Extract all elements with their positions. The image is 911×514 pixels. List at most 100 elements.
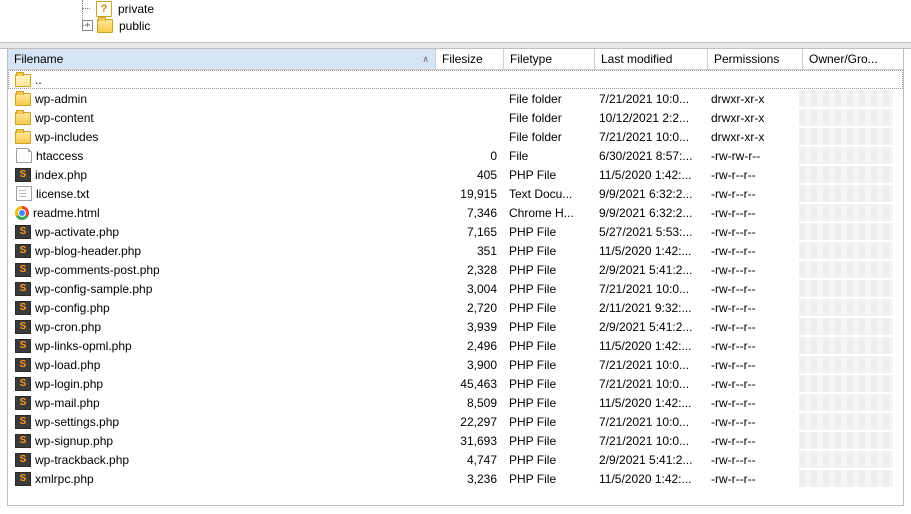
file-type: PHP File xyxy=(503,223,593,240)
file-owner xyxy=(799,356,893,373)
column-filesize[interactable]: Filesize xyxy=(436,49,504,69)
file-type: File folder xyxy=(503,90,593,107)
file-size: 4,747 xyxy=(436,451,503,468)
file-row[interactable]: wp-load.php3,900PHP File7/21/2021 10:0..… xyxy=(8,355,903,374)
file-owner xyxy=(799,166,893,183)
file-row[interactable]: wp-adminFile folder7/21/2021 10:0...drwx… xyxy=(8,89,903,108)
php-icon xyxy=(15,472,31,486)
file-name: license.txt xyxy=(36,187,89,201)
file-modified: 7/21/2021 10:0... xyxy=(593,356,705,373)
file-list[interactable]: ..wp-adminFile folder7/21/2021 10:0...dr… xyxy=(8,70,903,488)
file-modified: 11/5/2020 1:42:... xyxy=(593,166,705,183)
file-permissions: -rw-r--r-- xyxy=(705,318,799,335)
file-row[interactable]: index.php405PHP File11/5/2020 1:42:...-r… xyxy=(8,165,903,184)
file-modified: 5/27/2021 5:53:... xyxy=(593,223,705,240)
file-row[interactable]: wp-login.php45,463PHP File7/21/2021 10:0… xyxy=(8,374,903,393)
file-name: .. xyxy=(35,73,42,87)
file-row[interactable]: wp-settings.php22,297PHP File7/21/2021 1… xyxy=(8,412,903,431)
file-size: 3,236 xyxy=(436,470,503,487)
column-permissions[interactable]: Permissions xyxy=(708,49,803,69)
file-modified: 11/5/2020 1:42:... xyxy=(593,337,705,354)
column-filename[interactable]: Filename∧ xyxy=(8,49,436,69)
file-size xyxy=(436,71,503,88)
file-owner xyxy=(799,71,893,88)
file-owner xyxy=(799,90,893,107)
file-size: 0 xyxy=(436,147,503,164)
file-permissions: drwxr-xr-x xyxy=(705,109,799,126)
file-type: File folder xyxy=(503,109,593,126)
php-icon xyxy=(15,168,31,182)
tree-item-private[interactable]: private xyxy=(116,2,156,16)
file-permissions: -rw-r--r-- xyxy=(705,337,799,354)
file-row[interactable]: wp-config.php2,720PHP File2/11/2021 9:32… xyxy=(8,298,903,317)
file-row[interactable]: wp-content File folder10/12/2021 2:2...dr… xyxy=(8,108,903,127)
file-row[interactable]: readme.html7,346Chrome H...9/9/2021 6:32… xyxy=(8,203,903,222)
file-row[interactable]: wp-links-opml.php2,496PHP File11/5/2020 … xyxy=(8,336,903,355)
file-owner xyxy=(799,261,893,278)
file-type: File xyxy=(503,147,593,164)
file-type: PHP File xyxy=(503,318,593,335)
file-permissions: -rw-r--r-- xyxy=(705,204,799,221)
file-row[interactable]: .. xyxy=(8,70,903,89)
file-owner xyxy=(799,109,893,126)
directory-tree[interactable]: ? private + public xyxy=(0,0,911,42)
file-owner xyxy=(799,147,893,164)
file-size: 19,915 xyxy=(436,185,503,202)
file-owner xyxy=(799,128,893,145)
file-owner xyxy=(799,451,893,468)
file-row[interactable]: wp-config-sample.php3,004PHP File7/21/20… xyxy=(8,279,903,298)
file-name: wp-config.php xyxy=(35,301,110,315)
file-type: PHP File xyxy=(503,375,593,392)
file-row[interactable]: wp-mail.php8,509PHP File11/5/2020 1:42:.… xyxy=(8,393,903,412)
file-permissions: -rw-r--r-- xyxy=(705,451,799,468)
php-icon xyxy=(15,263,31,277)
file-row[interactable]: wp-cron.php3,939PHP File2/9/2021 5:41:2.… xyxy=(8,317,903,336)
file-type: PHP File xyxy=(503,280,593,297)
file-modified: 7/21/2021 10:0... xyxy=(593,432,705,449)
file-name: wp-activate.php xyxy=(35,225,119,239)
column-headers: Filename∧ Filesize Filetype Last modifie… xyxy=(8,49,903,70)
file-name: wp-content xyxy=(35,111,94,125)
file-row[interactable]: wp-comments-post.php2,328PHP File2/9/202… xyxy=(8,260,903,279)
file-row[interactable]: wp-activate.php7,165PHP File5/27/2021 5:… xyxy=(8,222,903,241)
file-row[interactable]: xmlrpc.php3,236PHP File11/5/2020 1:42:..… xyxy=(8,469,903,488)
file-modified: 10/12/2021 2:2... xyxy=(593,109,705,126)
file-owner xyxy=(799,280,893,297)
php-icon xyxy=(15,434,31,448)
file-modified: 7/21/2021 10:0... xyxy=(593,128,705,145)
column-filetype[interactable]: Filetype xyxy=(504,49,595,69)
file-type xyxy=(503,71,593,88)
file-size: 405 xyxy=(436,166,503,183)
file-modified xyxy=(593,71,705,88)
column-owner[interactable]: Owner/Gro... xyxy=(803,49,897,69)
file-name: wp-admin xyxy=(35,92,87,106)
file-type: PHP File xyxy=(503,356,593,373)
file-permissions: drwxr-xr-x xyxy=(705,90,799,107)
file-row[interactable]: wp-includesFile folder7/21/2021 10:0...d… xyxy=(8,127,903,146)
php-icon xyxy=(15,358,31,372)
file-permissions: -rw-r--r-- xyxy=(705,356,799,373)
folder-icon xyxy=(15,93,31,106)
file-modified: 9/9/2021 6:32:2... xyxy=(593,185,705,202)
php-icon xyxy=(15,282,31,296)
file-row[interactable]: license.txt19,915Text Docu...9/9/2021 6:… xyxy=(8,184,903,203)
file-size: 2,328 xyxy=(436,261,503,278)
file-size: 351 xyxy=(436,242,503,259)
file-row[interactable]: wp-signup.php31,693PHP File7/21/2021 10:… xyxy=(8,431,903,450)
file-owner xyxy=(799,242,893,259)
file-row[interactable]: wp-blog-header.php351PHP File11/5/2020 1… xyxy=(8,241,903,260)
column-modified[interactable]: Last modified xyxy=(595,49,708,69)
file-name: wp-mail.php xyxy=(35,396,100,410)
file-name: wp-cron.php xyxy=(35,320,101,334)
file-modified: 11/5/2020 1:42:... xyxy=(593,394,705,411)
file-permissions: -rw-r--r-- xyxy=(705,261,799,278)
file-type: PHP File xyxy=(503,261,593,278)
file-owner xyxy=(799,375,893,392)
file-modified: 11/5/2020 1:42:... xyxy=(593,242,705,259)
tree-item-public[interactable]: public xyxy=(117,19,152,33)
file-row[interactable]: wp-trackback.php4,747PHP File2/9/2021 5:… xyxy=(8,450,903,469)
file-owner xyxy=(799,318,893,335)
file-list-pane: Filename∧ Filesize Filetype Last modifie… xyxy=(7,48,904,506)
file-row[interactable]: htaccess0File6/30/2021 8:57:...-rw-rw-r-… xyxy=(8,146,903,165)
file-size: 8,509 xyxy=(436,394,503,411)
